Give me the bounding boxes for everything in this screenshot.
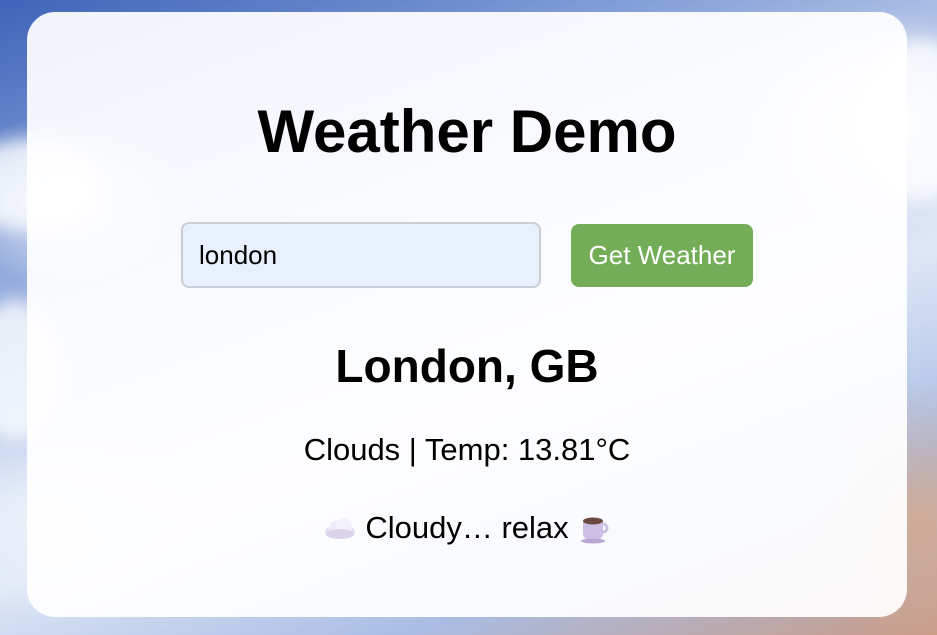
weather-details: Clouds | Temp: 13.81°C xyxy=(303,432,631,467)
cloud-icon xyxy=(324,517,355,539)
location-heading: London, GB xyxy=(335,340,599,392)
page-title: Weather Demo xyxy=(257,98,677,165)
get-weather-button[interactable]: Get Weather xyxy=(571,224,753,287)
coffee-cup-icon xyxy=(581,517,609,544)
weather-mood: Cloudy… relax xyxy=(27,506,907,548)
weather-card: Weather Demo Get Weather London, GB Clou… xyxy=(27,12,907,617)
mood-text: Cloudy… relax xyxy=(365,509,569,545)
city-search-input[interactable] xyxy=(181,222,541,288)
